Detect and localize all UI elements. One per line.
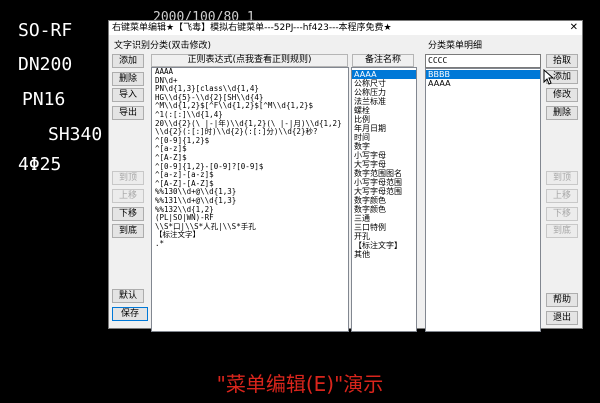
regex-list[interactable]: AAAA DN\d+ PN\d{1,3}[class\\d{1,4} HG\\d{5}… [151, 67, 349, 332]
category-row[interactable]: 公称压力 [352, 88, 416, 97]
cad-text-so-rf: SO-RF [18, 20, 73, 41]
category-move-top-button[interactable]: 到顶 [112, 171, 144, 185]
add-category-button[interactable]: 添加 [112, 54, 144, 68]
default-button[interactable]: 默认 [112, 289, 144, 303]
category-row[interactable]: 数字颜色 [352, 196, 416, 205]
pick-button[interactable]: 拾取 [546, 54, 578, 68]
modify-menu-item-button[interactable]: 修改 [546, 88, 578, 102]
cad-text-sh340: SH340 [48, 124, 103, 145]
import-button[interactable]: 导入 [112, 88, 144, 102]
category-list[interactable]: AAAA 公称尺寸 公称压力 法兰标准 螺栓 比例 年月日期 时间 数字 小写字母 大写字母 数字范围… [351, 67, 417, 332]
category-row[interactable]: 大写字母 [352, 160, 416, 169]
menu-item-input[interactable]: CCCC [425, 54, 541, 68]
cad-text-bolts: 4Φ25 [18, 154, 62, 175]
category-row[interactable]: 小写字母 [352, 151, 416, 160]
category-column-header[interactable]: 备注名称 [352, 54, 414, 67]
category-row[interactable]: 时间 [352, 133, 416, 142]
category-row[interactable]: 数字颜色 [352, 205, 416, 214]
category-row[interactable]: 其他 [352, 250, 416, 259]
category-row[interactable]: 【标注文字】 [352, 241, 416, 250]
export-button[interactable]: 导出 [112, 106, 144, 120]
left-group-label: 文字识别分类(双击修改) [114, 41, 212, 51]
category-move-up-button[interactable]: 上移 [112, 189, 144, 203]
category-row[interactable]: 比例 [352, 115, 416, 124]
cad-text-dn200: DN200 [18, 54, 73, 75]
dialog-title: 右键菜单编辑★【飞毒】模拟右键菜单---52PJ---hf423---本程序免费… [112, 23, 392, 33]
category-move-bottom-button[interactable]: 到底 [112, 224, 144, 238]
regex-row[interactable]: .* [152, 239, 348, 249]
category-row[interactable]: 小写字母范围 [352, 178, 416, 187]
demo-caption: "菜单编辑(E)"演示 [216, 372, 384, 396]
menu-detail-list[interactable]: BBBB AAAA [425, 68, 541, 332]
menu-item-row[interactable]: AAAA [426, 79, 540, 88]
category-row[interactable]: 三通 [352, 214, 416, 223]
category-row[interactable]: 年月日期 [352, 124, 416, 133]
dialog-titlebar[interactable]: 右键菜单编辑★【飞毒】模拟右键菜单---52PJ---hf423---本程序免费… [109, 21, 582, 35]
menu-item-row[interactable]: BBBB [426, 70, 540, 79]
category-row[interactable]: 开孔 [352, 232, 416, 241]
category-row[interactable]: 螺栓 [352, 106, 416, 115]
menu-editor-dialog: 右键菜单编辑★【飞毒】模拟右键菜单---52PJ---hf423---本程序免费… [108, 20, 583, 332]
help-button[interactable]: 帮助 [546, 293, 578, 307]
close-icon[interactable]: ✕ [570, 21, 578, 35]
item-move-down-button[interactable]: 下移 [546, 207, 578, 221]
item-move-top-button[interactable]: 到顶 [546, 171, 578, 185]
category-row[interactable]: 三口特例 [352, 223, 416, 232]
regex-row[interactable]: AAAA [152, 68, 348, 77]
mouse-pointer-icon [543, 69, 554, 85]
category-row[interactable]: 公称尺寸 [352, 79, 416, 88]
regex-row[interactable]: 【标注文字】 [152, 231, 348, 240]
cad-text-pn16: PN16 [22, 89, 66, 110]
regex-column-header[interactable]: 正则表达式(点我查看正则规则) [151, 54, 348, 67]
delete-menu-item-button[interactable]: 删除 [546, 106, 578, 120]
item-move-up-button[interactable]: 上移 [546, 189, 578, 203]
category-row[interactable]: 数字 [352, 142, 416, 151]
category-move-down-button[interactable]: 下移 [112, 207, 144, 221]
category-row[interactable]: AAAA [352, 70, 416, 79]
right-group-label: 分类菜单明细 [428, 41, 483, 51]
category-row[interactable]: 法兰标准 [352, 97, 416, 106]
category-row[interactable]: 数字范围图名 [352, 169, 416, 178]
category-row[interactable]: 大写字母范围 [352, 187, 416, 196]
item-move-bottom-button[interactable]: 到底 [546, 224, 578, 238]
save-button[interactable]: 保存 [112, 307, 148, 321]
exit-button[interactable]: 退出 [546, 311, 578, 325]
delete-category-button[interactable]: 删除 [112, 72, 144, 86]
